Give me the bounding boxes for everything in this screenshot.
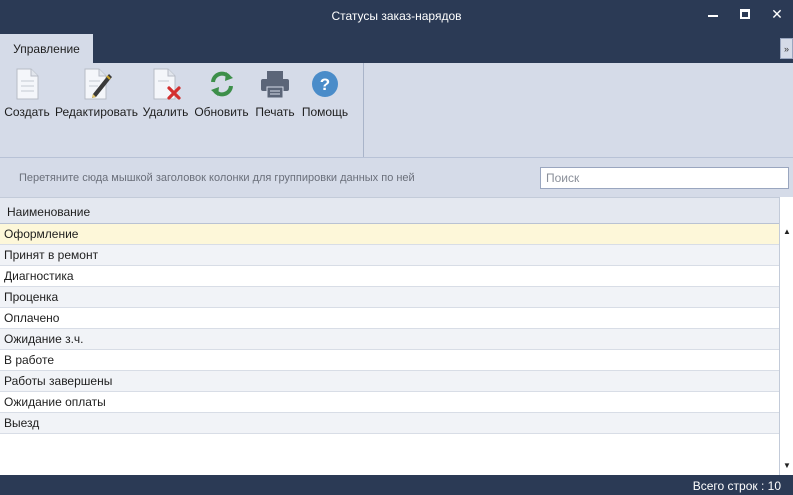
- edit-button[interactable]: Редактировать: [55, 67, 138, 127]
- vertical-scrollbar[interactable]: ▲ ▼: [779, 197, 793, 475]
- table-row[interactable]: Принят в ремонт: [0, 245, 779, 266]
- table-row[interactable]: Оплачено: [0, 308, 779, 329]
- maximize-button[interactable]: [729, 0, 761, 28]
- refresh-button[interactable]: Обновить: [193, 67, 250, 127]
- close-button[interactable]: ✕: [761, 0, 793, 28]
- table-row[interactable]: Оформление: [0, 224, 779, 245]
- grid-header: Наименование: [0, 197, 779, 224]
- delete-button[interactable]: Удалить: [142, 67, 189, 127]
- status-bar: Всего строк : 10: [0, 475, 793, 495]
- data-grid: Наименование Оформление Принят в ремонт …: [0, 197, 793, 475]
- print-button[interactable]: Печать: [254, 67, 296, 127]
- tab-manage[interactable]: Управление: [0, 34, 93, 63]
- new-document-icon: [10, 67, 44, 101]
- table-row[interactable]: Проценка: [0, 287, 779, 308]
- ribbon-tab-row: Управление »: [0, 34, 793, 63]
- table-row[interactable]: В работе: [0, 350, 779, 371]
- ribbon-group-actions: Создать Редактировать Удалить Обновить П…: [0, 63, 364, 157]
- close-icon: ✕: [771, 5, 783, 22]
- maximize-icon: [740, 9, 750, 19]
- help-button[interactable]: ? Помощь: [300, 67, 350, 127]
- table-row[interactable]: Диагностика: [0, 266, 779, 287]
- help-icon: ?: [308, 67, 342, 101]
- refresh-label: Обновить: [194, 105, 249, 119]
- window-title: Статусы заказ-нарядов: [331, 9, 462, 23]
- refresh-icon: [205, 67, 239, 101]
- total-rows-count: Всего строк : 10: [692, 479, 781, 493]
- table-row[interactable]: Ожидание з.ч.: [0, 329, 779, 350]
- column-header-name[interactable]: Наименование: [7, 205, 90, 219]
- print-label: Печать: [255, 105, 295, 119]
- grid-rows: Оформление Принят в ремонт Диагностика П…: [0, 224, 779, 434]
- table-row[interactable]: Ожидание оплаты: [0, 392, 779, 413]
- delete-label: Удалить: [142, 105, 189, 119]
- table-row[interactable]: Выезд: [0, 413, 779, 434]
- edit-label: Редактировать: [55, 105, 138, 119]
- title-bar: Статусы заказ-нарядов ✕: [0, 0, 793, 34]
- table-row[interactable]: Работы завершены: [0, 371, 779, 392]
- minimize-button[interactable]: [697, 0, 729, 28]
- chevron-icon: »: [783, 43, 789, 54]
- help-label: Помощь: [301, 105, 349, 119]
- edit-document-icon: [80, 67, 114, 101]
- ribbon: Создать Редактировать Удалить Обновить П…: [0, 63, 793, 158]
- create-label: Создать: [4, 105, 50, 119]
- ribbon-collapse-button[interactable]: »: [780, 38, 793, 59]
- create-button[interactable]: Создать: [4, 67, 50, 127]
- minimize-icon: [708, 15, 718, 17]
- search-input[interactable]: [540, 167, 789, 189]
- svg-text:?: ?: [320, 75, 330, 94]
- group-hint: Перетяните сюда мышкой заголовок колонки…: [19, 172, 415, 184]
- delete-document-icon: [149, 67, 183, 101]
- scroll-up-icon[interactable]: ▲: [782, 227, 792, 236]
- printer-icon: [258, 67, 292, 101]
- scroll-down-icon[interactable]: ▼: [782, 461, 792, 470]
